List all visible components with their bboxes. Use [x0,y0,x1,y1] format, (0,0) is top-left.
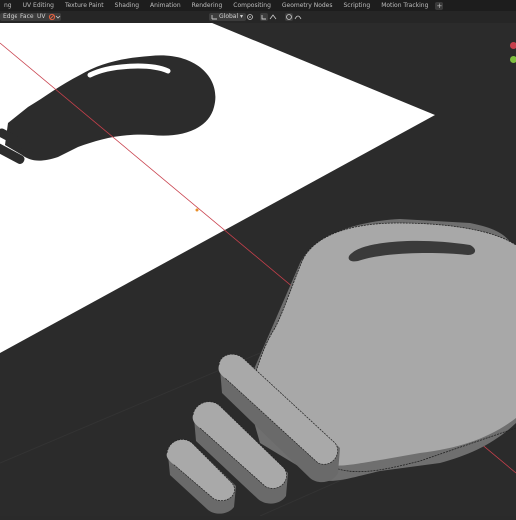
tab-rendering[interactable]: Rendering [188,0,227,11]
pivot-point-icon[interactable] [246,13,254,21]
tab-animation[interactable]: Animation [146,0,185,11]
transform-orientation-dropdown[interactable]: Global ▾ [209,13,247,21]
tab-compositing[interactable]: Compositing [229,0,275,11]
gizmo-x-axis-icon[interactable] [510,42,516,49]
proportional-editing-icon[interactable] [285,13,293,21]
transform-orientation-label: Global [219,13,239,20]
add-workspace-button[interactable]: + [435,1,444,10]
falloff-icon[interactable] [294,13,302,21]
tab-texture-paint[interactable]: Texture Paint [61,0,108,11]
viewport-header: Edge Face UV Global ▾ [0,11,516,23]
tab-uv-editing[interactable]: UV Editing [19,0,58,11]
object-origin-dot [195,208,199,212]
3d-viewport[interactable] [0,18,516,517]
tab-scripting[interactable]: Scripting [340,0,375,11]
workspace-tab-bar: ng UV Editing Texture Paint Shading Anim… [0,0,516,11]
orientation-axes-icon [211,15,217,20]
tab-motion-tracking[interactable]: Motion Tracking [377,0,432,11]
tab-modeling[interactable]: ng [0,0,16,11]
snap-toggle-icon[interactable] [260,13,268,21]
tab-shading[interactable]: Shading [111,0,143,11]
viewport-canvas [0,18,516,517]
tab-geometry-nodes[interactable]: Geometry Nodes [278,0,337,11]
gizmo-y-axis-icon[interactable] [510,56,516,63]
snap-target-icon[interactable] [269,13,277,21]
proportional-edit-icon[interactable] [47,13,61,21]
